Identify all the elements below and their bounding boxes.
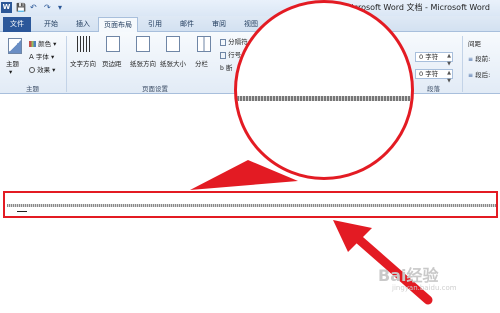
fonts-label: 字体	[35, 53, 49, 61]
group-label-page-setup: 页面设置	[142, 85, 168, 93]
hyphenation-label: 断	[225, 64, 233, 72]
orientation-button[interactable]: 纸张方向	[130, 58, 156, 68]
orientation-icon[interactable]	[136, 36, 150, 52]
colors-icon	[29, 41, 36, 47]
watermark-url: jingyan.baidu.com	[392, 284, 457, 292]
effects-icon	[29, 67, 35, 73]
redo-icon[interactable]: ↷	[44, 3, 51, 13]
space-before-field[interactable]: ≡ 段前:	[468, 53, 490, 63]
title-bar: W 💾 ↶ ↷ ▾ Microsoft Word 文档 - Microsoft …	[0, 0, 500, 16]
line-numbers-icon	[220, 51, 226, 59]
tab-mailings[interactable]: 邮件	[174, 17, 200, 32]
fonts-button[interactable]: A 字体 ▾	[29, 51, 54, 61]
page-boundary-highlight	[3, 191, 498, 218]
spacing-heading: 间距	[468, 40, 481, 48]
colors-button[interactable]: 颜色 ▾	[29, 38, 56, 48]
group-label-paragraph: 段落	[427, 85, 440, 93]
spin-arrows-icon[interactable]: ▲ ▼	[447, 52, 451, 68]
space-after-field[interactable]: ≡ 段后:	[468, 69, 490, 79]
watermark-logo: Bai经验	[378, 266, 439, 285]
spacing-after-value: 0 字符	[419, 70, 439, 78]
spacing-before-value: 0 字符	[419, 53, 439, 61]
page-separator-line	[7, 204, 496, 207]
columns-icon[interactable]	[197, 36, 211, 52]
breaks-button[interactable]: 分隔符	[220, 36, 248, 46]
effects-label: 效果	[37, 66, 51, 74]
margins-button[interactable]: 页边距	[102, 58, 122, 68]
tab-home[interactable]: 开始	[38, 17, 64, 32]
customize-toolbar-icon[interactable]: ▾	[58, 3, 62, 13]
space-before-label: 段前:	[475, 55, 491, 63]
tab-review[interactable]: 审阅	[206, 17, 232, 32]
effects-button[interactable]: 效果 ▾	[29, 64, 55, 74]
hyphenation-icon: b	[220, 64, 224, 72]
group-divider	[462, 36, 463, 92]
undo-icon[interactable]: ↶	[30, 3, 37, 13]
space-before-icon: ≡	[468, 55, 474, 63]
tab-page-layout[interactable]: 页面布局	[98, 17, 138, 32]
word-app-icon[interactable]: W	[1, 2, 12, 13]
tab-insert[interactable]: 插入	[70, 17, 96, 32]
space-after-icon: ≡	[468, 71, 474, 79]
columns-button[interactable]: 分栏	[195, 58, 208, 68]
ribbon-tabs: 文件 开始 插入 页面布局 引用 邮件 审阅 视图	[0, 16, 500, 32]
breaks-icon	[220, 38, 226, 46]
spin-arrows-icon[interactable]: ▲ ▼	[447, 69, 451, 85]
themes-icon[interactable]	[8, 38, 22, 54]
text-direction-icon[interactable]	[77, 36, 91, 52]
text-cursor	[17, 211, 27, 212]
size-button[interactable]: 纸张大小	[160, 58, 186, 68]
themes-dropdown-icon[interactable]: ▾	[9, 68, 12, 76]
group-label-themes: 主题	[26, 85, 39, 93]
size-icon[interactable]	[166, 36, 180, 52]
hyphenation-button[interactable]: b 断	[220, 62, 232, 72]
tab-file[interactable]: 文件	[3, 17, 31, 32]
magnified-separator-line	[237, 96, 411, 101]
group-divider	[66, 36, 67, 92]
magnifier-callout	[234, 0, 414, 180]
margins-icon[interactable]	[106, 36, 120, 52]
save-icon[interactable]: 💾	[16, 3, 26, 13]
fonts-icon: A	[29, 53, 34, 61]
themes-button[interactable]: 主题	[6, 58, 19, 68]
colors-label: 颜色	[38, 40, 52, 48]
line-numbers-button[interactable]: 行号	[220, 49, 241, 59]
space-after-label: 段后:	[475, 71, 491, 79]
spacing-after-input[interactable]: 0 字符 ▲ ▼	[415, 69, 453, 84]
text-direction-button[interactable]: 文字方向	[70, 58, 96, 68]
spacing-before-input[interactable]: 0 字符 ▲ ▼	[415, 52, 453, 67]
tab-references[interactable]: 引用	[142, 17, 168, 32]
